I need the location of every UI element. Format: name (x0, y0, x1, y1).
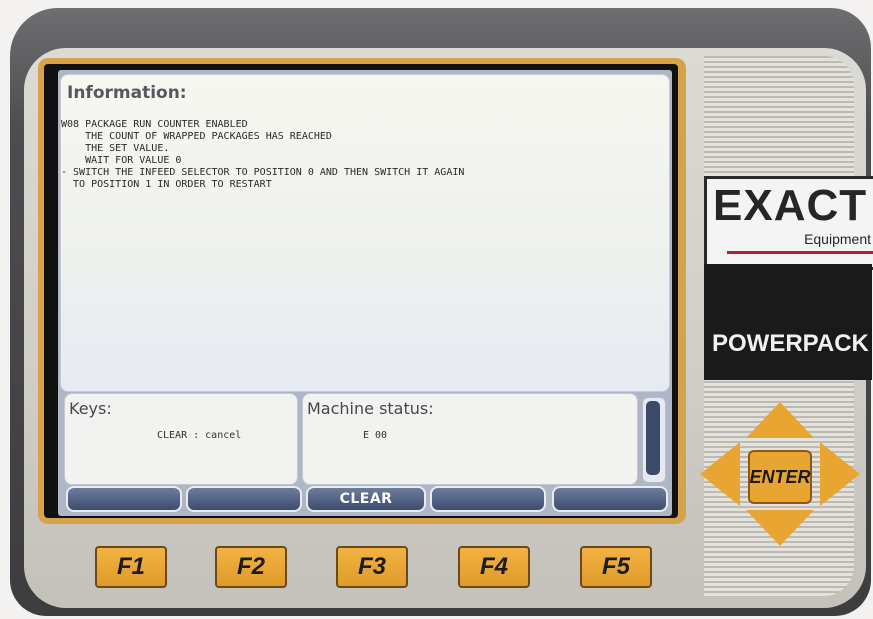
message-line: WAIT FOR VALUE 0 (61, 155, 182, 166)
machine-status-title: Machine status: (307, 399, 434, 418)
f1-key[interactable]: F1 (95, 546, 167, 588)
logo-brand-text: EXACT (713, 181, 868, 230)
softkey-2[interactable] (186, 486, 302, 512)
exact-equipment-logo: EXACT Equipment (704, 176, 873, 270)
arrow-up-button[interactable] (746, 402, 814, 438)
f3-key[interactable]: F3 (336, 546, 408, 588)
hmi-screen: Information: W08 PACKAGE RUN COUNTER ENA… (58, 70, 672, 516)
information-panel: Information: W08 PACKAGE RUN COUNTER ENA… (60, 74, 670, 392)
arrow-down-button[interactable] (746, 510, 814, 546)
powerpack-text: POWERPACK (712, 330, 869, 357)
enter-button[interactable]: ENTER (748, 450, 812, 504)
message-line: W08 PACKAGE RUN COUNTER ENABLED (61, 119, 248, 130)
arrow-right-button[interactable] (820, 442, 860, 506)
softkey-clear[interactable]: CLEAR (306, 486, 426, 512)
message-line: - SWITCH THE INFEED SELECTOR TO POSITION… (61, 167, 465, 178)
logo-underline (727, 251, 873, 254)
arrow-left-button[interactable] (700, 442, 740, 506)
softkey-4[interactable] (430, 486, 546, 512)
machine-status-panel: Machine status: E 00 (302, 393, 638, 485)
keys-hint: CLEAR : cancel (157, 430, 242, 441)
f4-key[interactable]: F4 (458, 546, 530, 588)
logo-sub-text: Equipment (804, 231, 871, 247)
information-title: Information: (67, 83, 187, 103)
keys-panel: Keys: CLEAR : cancel (64, 393, 298, 485)
message-line: TO POSITION 1 IN ORDER TO RESTART (61, 179, 272, 190)
message-text: W08 PACKAGE RUN COUNTER ENABLED THE COUN… (61, 119, 661, 191)
machine-status-code: E 00 (363, 430, 388, 441)
scroll-thumb[interactable] (646, 401, 660, 475)
softkey-5[interactable] (552, 486, 668, 512)
message-line: THE COUNT OF WRAPPED PACKAGES HAS REACHE… (61, 131, 332, 142)
keys-title: Keys: (69, 399, 112, 418)
navigation-pad: ENTER (700, 398, 860, 548)
f5-key[interactable]: F5 (580, 546, 652, 588)
softkey-1[interactable] (66, 486, 182, 512)
powerpack-badge: POWERPACK (704, 264, 872, 380)
f2-key[interactable]: F2 (215, 546, 287, 588)
message-line: THE SET VALUE. (61, 143, 170, 154)
scrollbar[interactable] (642, 397, 666, 483)
